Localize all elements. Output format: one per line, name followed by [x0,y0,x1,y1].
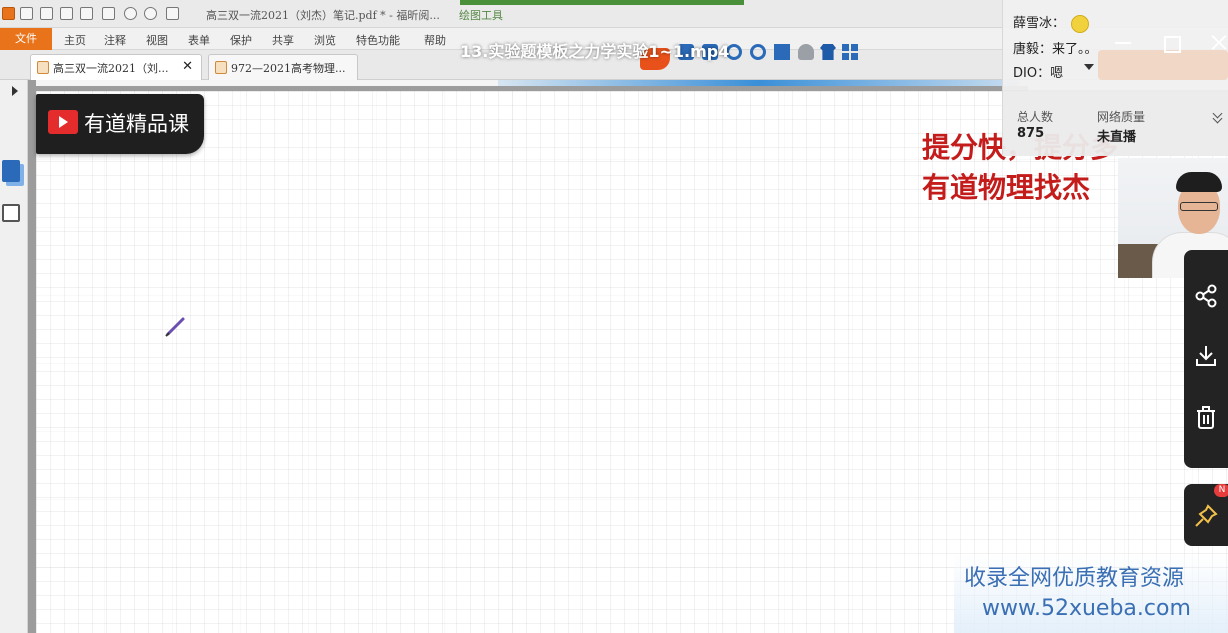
undo-icon[interactable] [124,7,137,20]
shirt-tool-icon[interactable] [820,44,836,60]
apps-icon[interactable] [842,44,858,60]
table-tool-icon[interactable] [774,44,790,60]
pin-button[interactable]: N [1184,484,1228,546]
video-title: 13.实验题模板之力学实验1~1.mp4 [460,42,730,61]
lasso-tool-icon[interactable] [750,44,766,60]
expand-panel-icon[interactable] [12,86,18,96]
print-icon[interactable] [60,7,73,20]
menu-file[interactable]: 文件 [0,28,52,50]
menu-share[interactable]: 共享 [272,32,294,48]
save-icon[interactable] [40,7,53,20]
tab-label: 高三双一流2021（刘... [53,62,169,75]
collapse-chevron-icon[interactable] [1214,112,1222,122]
watermark-line-1: 收录全网优质教育资源 [964,566,1185,591]
brand-name: 有道精品课 [84,112,189,136]
chat-message: 薛雪冰： [1013,12,1090,33]
document-title: 高三双一流2021（刘杰）笔记.pdf * - 福昕阅... [206,9,440,22]
pdf-file-icon [37,61,49,74]
menu-comment[interactable]: 注释 [104,32,126,48]
menu-help[interactable]: 帮助 [424,32,446,48]
minimize-icon[interactable] [1112,32,1134,54]
pin-icon [1195,504,1218,527]
app-logo-icon [2,7,15,20]
chat-message: DIO：嗯 [1013,66,1064,81]
video-progress-glow [498,80,1018,86]
brand-badge: 有道精品课 [36,94,204,154]
chat-user: 唐毅 [1013,42,1040,57]
menu-form[interactable]: 表单 [188,32,210,48]
document-tab-2[interactable]: 972—2021高考物理... [208,54,358,80]
network-quality-label: 网络质量 [1097,110,1146,124]
network-quality-value: 未直播 [1097,130,1137,145]
screen: 高三双一流2021（刘杰）笔记.pdf * - 福昕阅... 绘图工具 文件 主… [0,0,1228,633]
page-border-left [28,80,36,633]
menu-home[interactable]: 主页 [64,32,86,48]
total-viewers-value: 875 [1017,126,1045,141]
attachments-icon[interactable] [2,204,20,222]
chat-message: 唐毅：来了。。 [1013,42,1098,57]
close-icon[interactable] [1208,32,1228,54]
total-viewers-label: 总人数 [1017,110,1054,124]
clipboard-icon[interactable] [102,7,115,20]
share-icon[interactable] [1194,284,1218,308]
menu-view[interactable]: 视图 [146,32,168,48]
chat-user: 薛雪冰 [1013,16,1053,31]
drawing-tools-tab[interactable]: 绘图工具 [459,7,503,23]
chat-action-button[interactable] [1098,50,1228,80]
chat-text: 嗯 [1050,66,1064,81]
email-icon[interactable] [80,7,93,20]
watermark-line-2: www.52xueba.com [982,596,1191,621]
emoji-icon [1071,14,1090,33]
navigation-panel [0,80,1228,633]
slogan-line-2: 有道物理找杰 [922,171,1091,204]
maximize-icon[interactable] [1160,32,1182,54]
hand-tool-icon[interactable] [166,7,179,20]
user-tool-icon[interactable] [798,44,814,60]
download-icon[interactable] [1194,344,1218,368]
drawing-tools-strip [460,0,744,5]
close-tab-icon[interactable]: ✕ [182,59,193,74]
document-tab-1[interactable]: 高三双一流2021（刘... ✕ [30,54,202,80]
chat-dropdown-icon[interactable] [1084,64,1094,70]
delete-icon[interactable] [1194,406,1218,430]
pen-icon [165,317,185,337]
chat-user: DIO [1013,66,1038,81]
watermark: 收录全网优质教育资源 www.52xueba.com [954,554,1228,633]
menu-features[interactable]: 特色功能 [356,32,400,48]
menu-browse[interactable]: 浏览 [314,32,336,48]
live-stats-panel: 总人数 875 网络质量 未直播 [1002,90,1228,156]
side-toolbar [1184,250,1228,468]
pdf-file-icon [215,61,227,74]
chat-text: 来了。。 [1052,42,1098,57]
layers-icon[interactable] [2,160,20,182]
menu-protect[interactable]: 保护 [230,32,252,48]
new-badge: N [1214,484,1228,497]
open-icon[interactable] [20,7,33,20]
tab-label: 972—2021高考物理... [231,62,346,75]
youdao-play-logo-icon [48,110,78,134]
redo-icon[interactable] [144,7,157,20]
